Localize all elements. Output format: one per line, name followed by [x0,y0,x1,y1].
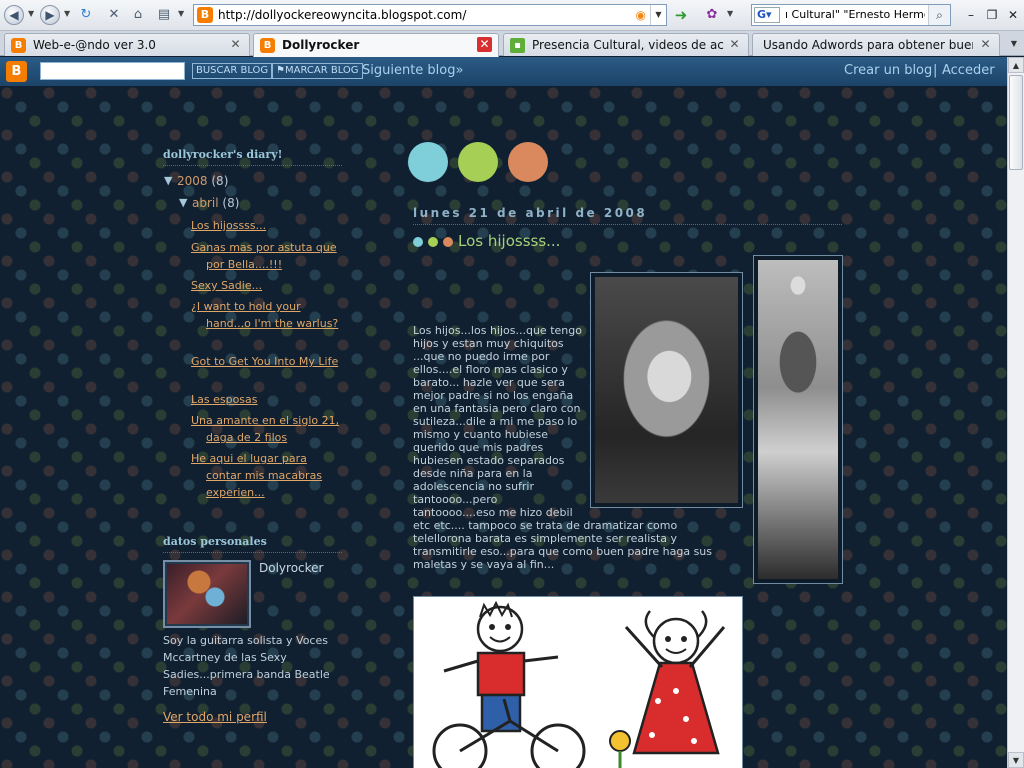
scroll-down-icon[interactable]: ▼ [1008,752,1024,768]
back-icon[interactable]: ◀ [4,5,24,25]
archive-year-count: (8) [211,174,229,188]
title-dot-orange [443,237,453,247]
post-drawing-image[interactable] [413,596,743,768]
year-toggle-icon[interactable]: ▼ [164,174,172,187]
vertical-scrollbar[interactable]: ▲ ▼ [1007,57,1024,768]
address-url[interactable]: http://dollyockereowyncita.blogspot.com/ [218,8,466,22]
tab-list-dropdown-icon[interactable]: ▼ [1006,36,1022,52]
archive-month[interactable]: abril (8) [192,196,239,210]
tab-close-icon[interactable]: ✕ [727,37,742,52]
site-favicon-icon: B [197,7,213,23]
blog-search-input[interactable] [40,62,185,80]
tab-label: Web-e-@ndo ver 3.0 [33,38,156,52]
tab-label: Usando Adwords para obtener buenos ke... [763,38,973,52]
rss-feed-icon[interactable]: ◉ [636,8,646,22]
archive-post-link[interactable]: He aqui el lugar para contar mis macabra… [191,450,343,501]
minimize-icon[interactable]: – [962,6,980,24]
archive-post-link[interactable]: ¿I want to hold your hand...o I'm the wa… [191,298,343,332]
profile-name: Dolyrocker [259,561,324,575]
addon-dropdown-icon[interactable]: ▼ [727,9,733,18]
tab-close-icon[interactable]: ✕ [978,37,993,52]
forward-icon[interactable]: ▶ [40,5,60,25]
search-bar[interactable]: G▾ ı Cultural" "Ernesto Hermoza" ⌕ [751,4,951,26]
post-photo-full-length[interactable] [753,255,843,584]
archive-post-link[interactable]: Una amante en el siglo 21, daga de 2 fil… [191,412,343,446]
view-profile-link[interactable]: Ver todo mi perfil [163,710,267,724]
search-engine-label: G [757,8,767,21]
blog-page: dollyrocker's diary! ▼ 2008 (8) ▼ abril … [0,86,1007,768]
archive-month-count: (8) [222,196,240,210]
title-dot-green [428,237,438,247]
scroll-thumb[interactable] [1009,75,1023,170]
home-icon[interactable]: ⌂ [130,7,146,23]
stop-icon[interactable]: ✕ [106,7,122,23]
tab-presencia-cultural[interactable]: ▪ Presencia Cultural, videos de actualid… [503,33,749,56]
avatar-photo [167,564,247,624]
post-body-text: etc etc.... tampoco se trata de dramatiz… [413,519,713,571]
archive-heading: dollyrocker's diary! [163,148,342,166]
archive-post-link[interactable]: Sexy Sadie... [191,277,343,294]
archive-year[interactable]: 2008 (8) [177,174,228,188]
go-arrow-icon[interactable]: ➜ [670,5,692,25]
tab-label: Dollyrocker [282,38,360,52]
kids-drawing [432,600,726,768]
archive-year-label[interactable]: 2008 [177,174,208,188]
tab-close-icon[interactable]: ✕ [477,37,492,52]
post-body: Los hijos...los hijos...que tengo hijos … [413,324,738,571]
archive-post-link[interactable]: Got to Get You Into My Life [191,353,343,370]
search-magnifier-icon[interactable]: ⌕ [928,5,950,25]
blogger-icon: B [11,38,26,53]
header-dot-orange [508,142,548,182]
tab-label: Presencia Cultural, videos de actualid..… [532,38,724,52]
archive-post-link[interactable]: Los hijossss... [191,217,343,234]
blogger-navbar: B BUSCAR BLOG ⚑MARCAR BLOG Siguiente blo… [0,57,1007,86]
archive-month-label[interactable]: abril [192,196,219,210]
forward-history-dropdown-icon[interactable]: ▼ [64,9,70,18]
flag-blog-button[interactable]: ⚑MARCAR BLOG [272,63,363,79]
next-blog-link[interactable]: Siguiente blog» [362,63,463,78]
blogger-logo-icon[interactable]: B [6,61,27,82]
avatar[interactable] [163,560,251,628]
tab-web-e-ndo[interactable]: B Web-e-@ndo ver 3.0 ✕ [4,33,250,56]
flag-blog-label: MARCAR BLOG [284,65,359,76]
address-bar[interactable]: B http://dollyockereowyncita.blogspot.co… [193,4,667,26]
title-dot-blue [413,237,423,247]
profile-heading: datos personales [163,535,342,553]
close-window-icon[interactable]: ✕ [1004,6,1022,24]
scroll-up-icon[interactable]: ▲ [1008,57,1024,73]
blogger-icon: B [260,38,275,53]
sign-in-link[interactable]: Acceder [942,63,995,78]
addon-flower-icon[interactable]: ✿ [704,7,720,23]
search-engine-selector[interactable]: G▾ [754,7,780,23]
bookmarks-icon[interactable]: ▤ [156,7,172,23]
back-history-dropdown-icon[interactable]: ▼ [28,9,34,18]
post-body-text: Los hijos...los hijos...que tengo hijos … [413,324,582,519]
tab-bar: B Web-e-@ndo ver 3.0 ✕ B Dollyrocker ✕ ▪… [0,31,1024,57]
profile-bio: Soy la guitarra solista y Voces Mccartne… [163,634,330,698]
chat-icon: ▪ [510,38,525,53]
month-toggle-icon[interactable]: ▼ [179,196,187,209]
bookmarks-dropdown-icon[interactable]: ▼ [178,9,184,18]
post-date-header: lunes 21 de abril de 2008 [413,206,842,225]
tab-dollyrocker[interactable]: B Dollyrocker ✕ [253,33,499,57]
post-title[interactable]: Los hijossss... [458,232,560,250]
tab-close-icon[interactable]: ✕ [228,37,243,52]
tab-adwords[interactable]: Usando Adwords para obtener buenos ke...… [752,33,1000,56]
header-dot-blue [408,142,448,182]
archive-post-link[interactable]: Las esposas [191,391,343,408]
full-length-image [758,260,838,579]
archive-post-link[interactable]: Ganas mas por astuta que por Bella....!!… [191,239,343,273]
search-input[interactable]: ı Cultural" "Ernesto Hermoza" [785,8,925,21]
address-dropdown-icon[interactable]: ▼ [650,5,666,25]
flag-icon: ⚑ [276,65,285,76]
reload-icon[interactable]: ↻ [78,7,94,23]
browser-toolbar: ◀ ▼ ▶ ▼ ↻ ✕ ⌂ ▤ ▼ B http://dollyockereow… [0,0,1024,31]
search-blog-button[interactable]: BUSCAR BLOG [192,63,273,79]
create-blog-link[interactable]: Crear un blog [844,63,932,78]
restore-icon[interactable]: ❐ [983,6,1001,24]
navbar-separator: | [933,63,938,78]
header-dot-green [458,142,498,182]
